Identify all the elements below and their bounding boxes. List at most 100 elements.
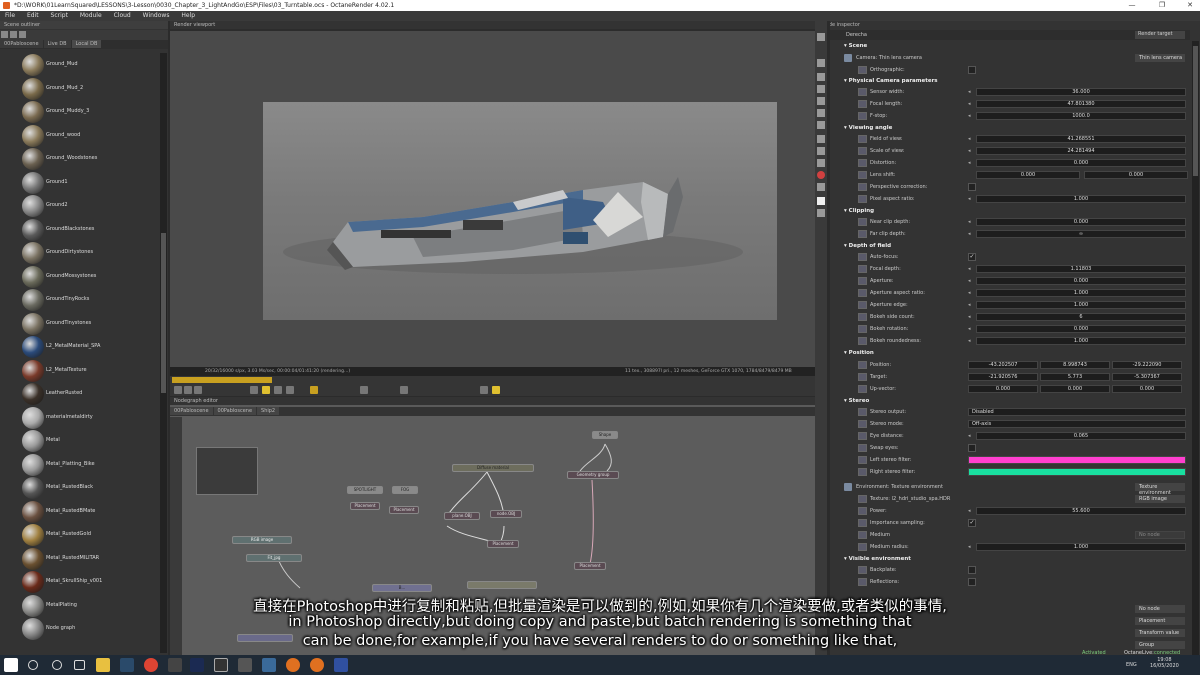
material-item[interactable]: Metal_Platting_Bike (22, 453, 160, 477)
param-value-field[interactable]: 36.000 (976, 88, 1186, 96)
param-row-bokeh-rot[interactable]: Bokeh rotation: ◂ 0.000 (830, 324, 1190, 334)
menu-script[interactable]: Script (46, 11, 73, 20)
material-item[interactable]: Ground_Muddy_3 (22, 100, 160, 124)
param-row-stereo-output[interactable]: Stereo output: Disabled (830, 407, 1190, 417)
menu-module[interactable]: Module (75, 11, 107, 20)
param-value-field[interactable]: 1.000 (976, 543, 1186, 551)
node-fit-image[interactable]: Fit_jpg (246, 554, 302, 562)
expand-icon[interactable] (1, 31, 8, 38)
param-value-z[interactable]: -29.222090 (1112, 361, 1182, 369)
pin-icon[interactable] (858, 507, 867, 515)
param-value-field[interactable]: 1000.0 (976, 112, 1186, 120)
param-dropdown[interactable]: Disabled (968, 408, 1186, 416)
pin-icon[interactable] (858, 531, 867, 539)
pin-icon[interactable] (858, 313, 867, 321)
param-value-field[interactable]: 47.801380 (976, 100, 1186, 108)
pin-icon[interactable] (858, 408, 867, 416)
param-row-upvector[interactable]: Up-vector: 0.000 0.000 0.000 (830, 384, 1190, 394)
param-row-fstop[interactable]: F-stop: ◂ 1000.0 (830, 111, 1190, 121)
node-placement-1[interactable]: Placement (350, 502, 380, 510)
inspector-section-header[interactable]: ▾ Scene (844, 43, 867, 49)
environment-row[interactable]: Environment: Texture environment Texture … (830, 482, 1190, 496)
node-placement-3[interactable]: Placement (487, 540, 519, 548)
param-row-texture[interactable]: Texture: l2_hdri_studio_spa.HDR RGB image (830, 494, 1190, 504)
menu-help[interactable]: Help (176, 11, 200, 20)
ng-tab-2[interactable]: 00Pabloscene (213, 407, 257, 415)
pin-icon[interactable] (858, 289, 867, 297)
focus-picker-icon[interactable] (400, 386, 408, 394)
node-spotlight[interactable]: SPOTLIGHT (347, 486, 383, 494)
slider-arrow-left-icon[interactable]: ◂ (968, 101, 971, 107)
pause-icon[interactable] (250, 386, 258, 394)
chrome-icon[interactable] (144, 658, 158, 672)
inspector-scrollbar[interactable] (1192, 41, 1199, 655)
param-row-swap-eyes[interactable]: Swap eyes: (830, 443, 1190, 453)
slider-arrow-left-icon[interactable]: ◂ (968, 231, 971, 237)
render-target-select[interactable]: Render target (1135, 31, 1185, 39)
param-row-scale[interactable]: Scale of view: ◂ 24.281494 (830, 146, 1190, 156)
environment-type-select[interactable]: Texture environment (1135, 483, 1185, 496)
zbrush-icon[interactable] (168, 658, 182, 672)
lock-icon[interactable] (310, 386, 318, 394)
red-dot-icon[interactable] (817, 171, 825, 179)
param-row-distortion[interactable]: Distortion: ◂ 0.000 (830, 158, 1190, 168)
param-row-left-filter[interactable]: Left stereo filter: (830, 455, 1190, 465)
file-explorer-icon[interactable] (96, 658, 110, 672)
slider-arrow-left-icon[interactable]: ◂ (968, 278, 971, 284)
node-placement-2[interactable]: Placement (389, 506, 419, 514)
slider-arrow-left-icon[interactable]: ◂ (968, 113, 971, 119)
param-row-medium-radius[interactable]: Medium radius: ◂ 1.000 (830, 542, 1190, 552)
inspector-tool-icon[interactable] (817, 183, 825, 191)
pin-icon[interactable] (858, 566, 867, 574)
stop-icon[interactable] (274, 386, 282, 394)
param-value-y[interactable]: 0.000 (1084, 171, 1188, 179)
material-item[interactable]: LeatherRusted (22, 382, 160, 406)
param-row-right-filter[interactable]: Right stereo filter: (830, 467, 1190, 477)
ng-tab-3[interactable]: Ship2 (257, 407, 280, 415)
task-view-icon[interactable] (74, 660, 85, 670)
param-row-sensor-width[interactable]: Sensor width: ◂ 36.000 (830, 87, 1190, 97)
camera-type-select[interactable]: Thin lens camera (1135, 54, 1185, 62)
param-row-aperture[interactable]: Aperture: ◂ 0.000 (830, 276, 1190, 286)
param-value-field[interactable]: 1.000 (976, 195, 1186, 203)
rendered-image[interactable] (263, 102, 777, 320)
inspector-tool-icon[interactable] (817, 135, 825, 143)
param-checkbox[interactable] (968, 444, 976, 452)
param-checkbox[interactable]: ✓ (968, 519, 976, 527)
param-value-x[interactable]: 0.000 (976, 171, 1080, 179)
search-icon[interactable] (28, 660, 38, 670)
node-output[interactable] (467, 581, 537, 589)
pin-icon[interactable] (858, 195, 867, 203)
tab-local-db[interactable]: Local DB (71, 40, 102, 48)
refresh-icon[interactable] (19, 31, 26, 38)
pin-icon[interactable] (858, 218, 867, 226)
param-row-far-clip[interactable]: Far clip depth: ◂ ∞ (830, 229, 1190, 239)
inspector-tool-icon[interactable] (817, 59, 825, 67)
pin-icon[interactable] (858, 578, 867, 586)
maximize-icon[interactable]: ❐ (1152, 1, 1172, 9)
material-item[interactable]: GroundDirtystones (22, 241, 160, 265)
node-diffuse-material[interactable]: Diffuse material (452, 464, 534, 472)
param-value-field[interactable]: 6 (976, 313, 1186, 321)
menu-file[interactable]: File (0, 11, 20, 20)
material-item[interactable]: Metal_RustedBlack (22, 476, 160, 500)
tab-live-db[interactable]: Live DB (43, 40, 71, 48)
param-checkbox[interactable] (968, 183, 976, 191)
node-shape[interactable]: Shape (592, 431, 618, 439)
node-geometry-group[interactable]: Geometry group (567, 471, 619, 479)
outliner-scrollbar[interactable] (160, 53, 167, 653)
menu-edit[interactable]: Edit (22, 11, 44, 20)
inspector-tool-icon[interactable] (817, 121, 825, 129)
param-dropdown[interactable]: Off-axis (968, 420, 1186, 428)
slider-arrow-left-icon[interactable]: ◂ (968, 508, 971, 514)
material-item[interactable]: Metal (22, 429, 160, 453)
param-value-field[interactable]: 1.000 (976, 337, 1186, 345)
play-icon[interactable] (262, 386, 270, 394)
camera-icon[interactable] (174, 386, 182, 394)
param-value-z[interactable]: -5.307367 (1112, 373, 1182, 381)
material-item[interactable]: GroundBlackstones (22, 218, 160, 242)
material-item[interactable]: Ground_Mud (22, 53, 160, 77)
param-checkbox[interactable] (968, 66, 976, 74)
node-node-obj[interactable]: node.OBJ (490, 510, 522, 518)
param-row-power[interactable]: Power: ◂ 55.600 (830, 506, 1190, 516)
